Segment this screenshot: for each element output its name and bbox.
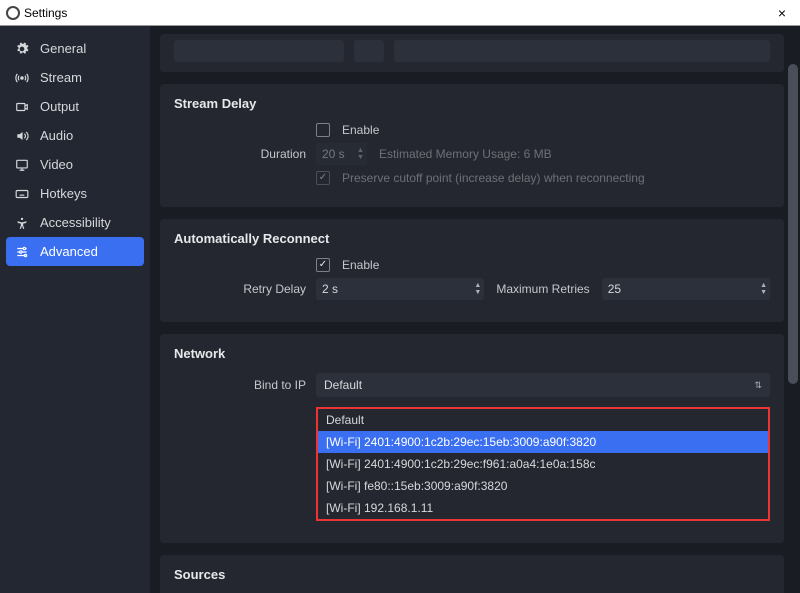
section-stream-delay: Stream Delay Enable Duration ▲▼ Estimate… <box>160 84 784 207</box>
enable-label: Enable <box>342 123 379 137</box>
accessibility-icon <box>14 216 30 230</box>
monitor-icon <box>14 158 30 172</box>
sidebar: General Stream Output Audio Video Hotkey… <box>0 26 150 593</box>
sidebar-item-label: Audio <box>40 128 73 143</box>
section-title: Network <box>174 346 770 361</box>
dropdown-option[interactable]: [Wi-Fi] fe80::15eb:3009:a90f:3820 <box>318 475 768 497</box>
sidebar-item-label: General <box>40 41 86 56</box>
enable-checkbox[interactable] <box>316 258 330 272</box>
sidebar-item-hotkeys[interactable]: Hotkeys <box>0 179 150 208</box>
enable-checkbox[interactable] <box>316 123 330 137</box>
sidebar-item-audio[interactable]: Audio <box>0 121 150 150</box>
sidebar-item-label: Advanced <box>40 244 98 259</box>
sidebar-item-label: Output <box>40 99 79 114</box>
retry-spinner[interactable]: ▲▼ <box>316 278 484 300</box>
bind-label: Bind to IP <box>174 378 316 392</box>
scrollbar[interactable] <box>788 34 798 585</box>
app-icon <box>6 6 20 20</box>
sidebar-item-accessibility[interactable]: Accessibility <box>0 208 150 237</box>
section-reconnect: Automatically Reconnect Enable Retry Del… <box>160 219 784 322</box>
preserve-label: Preserve cutoff point (increase delay) w… <box>342 171 645 185</box>
spinner-arrows[interactable]: ▲▼ <box>757 282 770 296</box>
sidebar-item-label: Video <box>40 157 73 172</box>
sidebar-item-label: Stream <box>40 70 82 85</box>
dropdown-option[interactable]: [Wi-Fi] 2401:4900:1c2b:29ec:15eb:3009:a9… <box>318 431 768 453</box>
window-title: Settings <box>24 6 67 20</box>
dropdown-option[interactable]: Default <box>318 409 768 431</box>
section-network: Network Bind to IP Default ⇅ Default [Wi… <box>160 334 784 543</box>
close-button[interactable]: × <box>770 5 794 21</box>
scrollbar-thumb[interactable] <box>788 64 798 384</box>
duration-label: Duration <box>174 147 316 161</box>
titlebar: Settings × <box>0 0 800 26</box>
max-input[interactable] <box>602 282 757 296</box>
section-title: Automatically Reconnect <box>174 231 770 246</box>
memory-hint: Estimated Memory Usage: 6 MB <box>379 147 552 161</box>
keyboard-icon <box>14 187 30 201</box>
enable-label: Enable <box>342 258 379 272</box>
sidebar-item-label: Hotkeys <box>40 186 87 201</box>
section-sources: Sources Enable Browser Source Hardware A… <box>160 555 784 593</box>
bind-selected: Default <box>324 378 362 392</box>
bind-dropdown: Default [Wi-Fi] 2401:4900:1c2b:29ec:15eb… <box>316 407 770 521</box>
broadcast-icon <box>14 71 30 85</box>
dropdown-option[interactable]: [Wi-Fi] 2401:4900:1c2b:29ec:f961:a0a4:1e… <box>318 453 768 475</box>
dropdown-option[interactable]: [Wi-Fi] 192.168.1.11 <box>318 497 768 519</box>
stub-field <box>354 40 384 62</box>
sidebar-item-advanced[interactable]: Advanced <box>6 237 144 266</box>
sidebar-item-label: Accessibility <box>40 215 111 230</box>
duration-spinner[interactable]: ▲▼ <box>316 143 367 165</box>
retry-input[interactable] <box>316 282 471 296</box>
sidebar-item-output[interactable]: Output <box>0 92 150 121</box>
gear-icon <box>14 42 30 56</box>
preserve-checkbox[interactable] <box>316 171 330 185</box>
content-area: Stream Delay Enable Duration ▲▼ Estimate… <box>150 26 800 593</box>
max-label: Maximum Retries <box>496 282 589 296</box>
sidebar-item-general[interactable]: General <box>0 34 150 63</box>
sidebar-item-video[interactable]: Video <box>0 150 150 179</box>
sliders-icon <box>14 245 30 259</box>
duration-input[interactable] <box>316 147 354 161</box>
chevron-updown-icon: ⇅ <box>754 380 762 391</box>
output-icon <box>14 100 30 114</box>
stub-field <box>394 40 770 62</box>
spinner-arrows[interactable]: ▲▼ <box>354 147 367 161</box>
section-title: Sources <box>174 567 770 582</box>
section-title: Stream Delay <box>174 96 770 111</box>
bind-select[interactable]: Default ⇅ <box>316 373 770 397</box>
speaker-icon <box>14 129 30 143</box>
spinner-arrows[interactable]: ▲▼ <box>471 282 484 296</box>
section-top-stub <box>160 34 784 72</box>
max-spinner[interactable]: ▲▼ <box>602 278 770 300</box>
sidebar-item-stream[interactable]: Stream <box>0 63 150 92</box>
retry-label: Retry Delay <box>174 282 316 296</box>
stub-field <box>174 40 344 62</box>
